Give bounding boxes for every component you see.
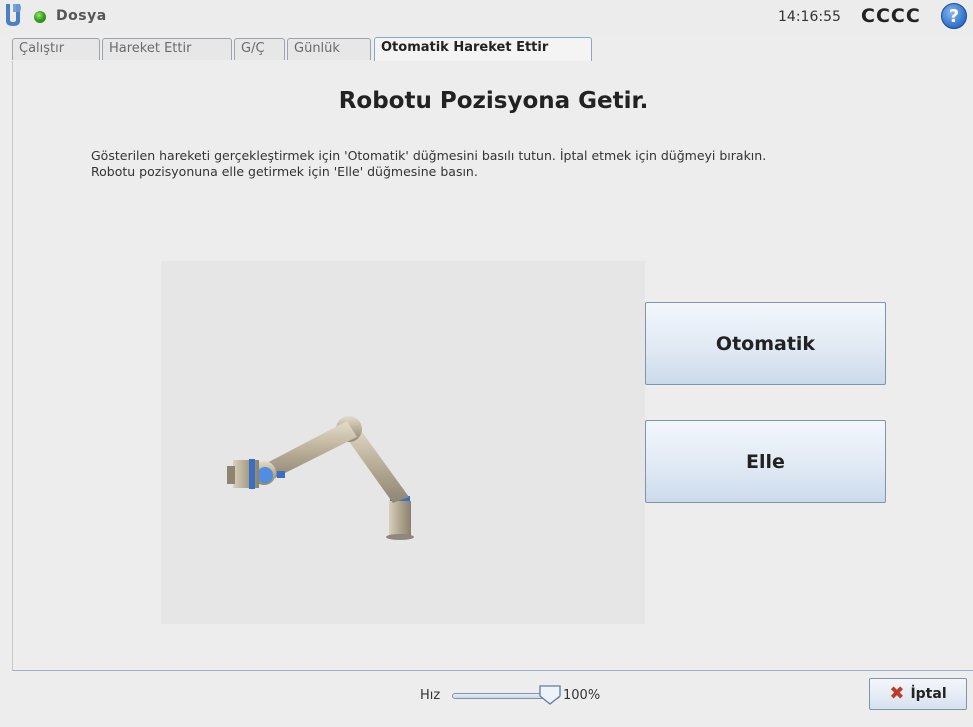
robot-3d-view [161,261,645,624]
auto-button-label: Otomatik [715,332,816,355]
robot-name: CCCC [861,5,921,27]
tab-auto-move[interactable]: Otomatik Hareket Ettir [374,37,592,61]
auto-button[interactable]: Otomatik [645,302,886,385]
help-icon[interactable]: ? [941,3,967,29]
speed-label: Hız [420,688,441,703]
robot-arm-illustration [227,416,414,540]
x-icon: ✖ [889,683,905,704]
manual-button[interactable]: Elle [645,420,886,503]
manual-button-label: Elle [746,450,785,473]
instruction-line-2: Robotu pozisyonuna elle getirmek için 'E… [91,164,478,179]
robot-status-icon [34,11,46,23]
instruction-line-1: Gösterilen hareketi gerçekleştirmek için… [91,148,767,163]
speed-value: 100% [563,688,601,703]
ur-logo-icon [6,4,21,26]
tab-run[interactable]: Çalıştır [12,38,100,60]
tab-move[interactable]: Hareket Ettir [102,38,232,60]
cancel-button-label: İptal [910,686,947,702]
tab-log[interactable]: Günlük [287,38,371,60]
page-title: Robotu Pozisyona Getir. [338,88,649,114]
top-bar: Dosya 14:16:55 CCCC ? [0,0,973,34]
tab-bar: Çalıştır Hareket Ettir G/Ç Günlük Otomat… [0,37,973,62]
main-panel: Robotu Pozisyona Getir. Gösterilen harek… [12,61,973,671]
tab-io[interactable]: G/Ç [234,38,285,60]
file-menu[interactable]: Dosya [56,8,107,24]
clock: 14:16:55 [778,9,841,25]
bottom-bar: Hız 100% ✖ İptal [0,672,973,727]
cancel-button[interactable]: ✖ İptal [869,678,967,710]
speed-slider-handle[interactable] [538,684,562,706]
